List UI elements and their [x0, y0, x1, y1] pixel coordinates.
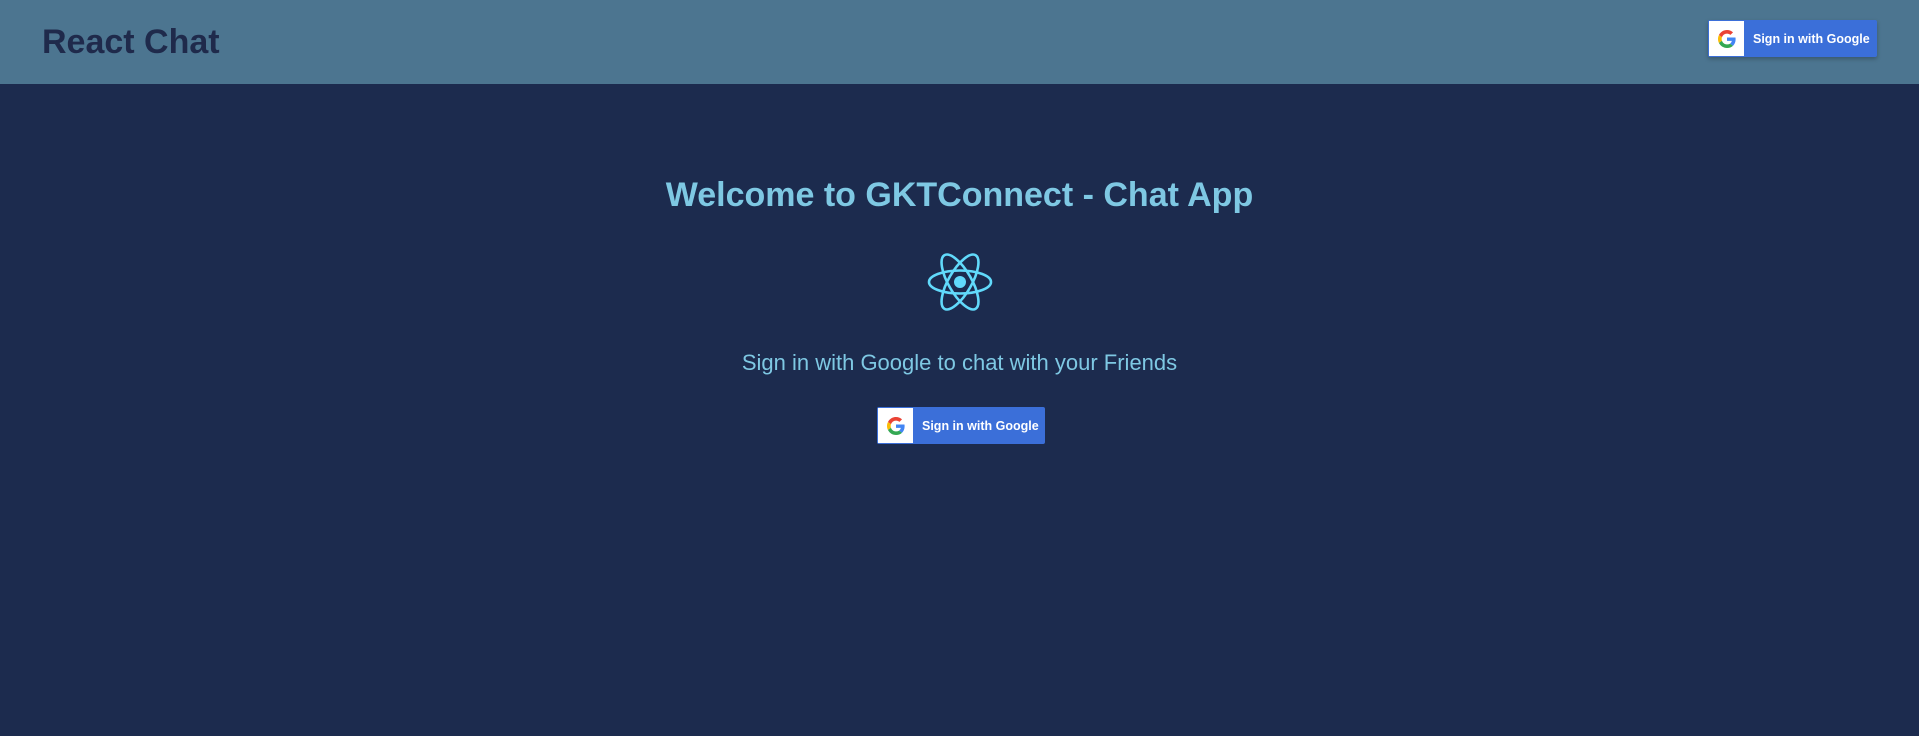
- google-g-icon: [1709, 21, 1744, 56]
- top-navbar: React Chat Sign in with Google: [0, 0, 1919, 84]
- header-google-sign-in-button[interactable]: Sign in with Google: [1708, 20, 1877, 57]
- react-logo-icon: [925, 247, 995, 317]
- sign-in-prompt-text: Sign in with Google to chat with your Fr…: [741, 350, 1178, 375]
- app-brand-title: React Chat: [42, 23, 220, 61]
- header-sign-in-label: Sign in with Google: [1753, 31, 1870, 46]
- google-g-icon: [878, 408, 913, 443]
- app-root: React Chat Sign in with Google Welcome t…: [0, 0, 1919, 736]
- main-google-sign-in-button[interactable]: Sign in with Google: [877, 407, 1045, 444]
- welcome-title: Welcome to GKTConnect - Chat App: [665, 176, 1254, 214]
- main-sign-in-label: Sign in with Google: [922, 418, 1039, 433]
